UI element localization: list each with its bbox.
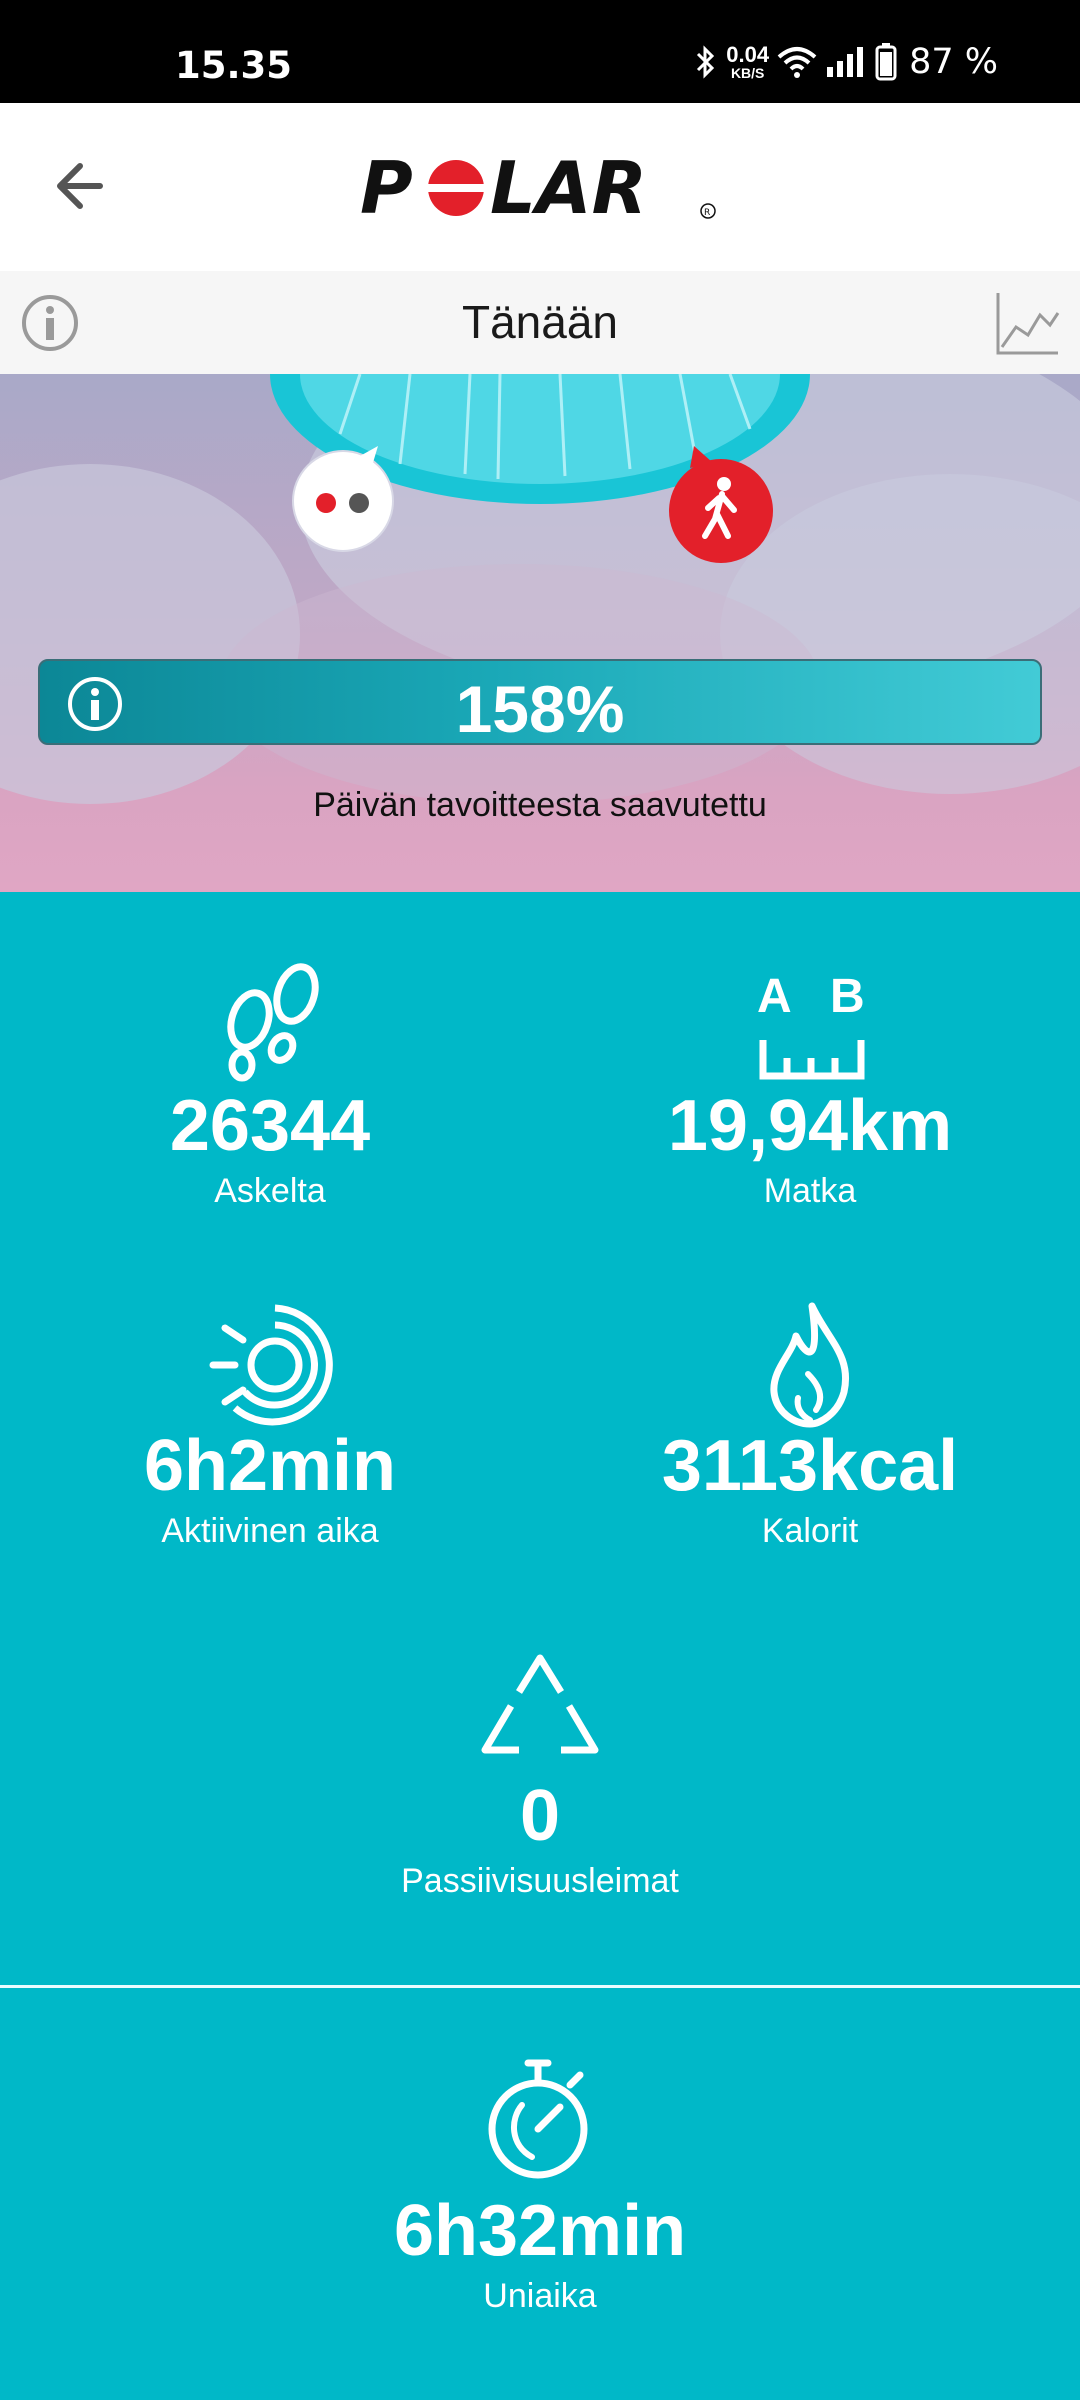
active-time-stat: 6h2min Aktiivinen aika <box>90 1300 450 1551</box>
battery-icon <box>875 43 897 81</box>
status-icons: 0.04 KB/S 87 % <box>694 42 998 82</box>
calories-value: 3113kcal <box>661 1426 959 1506</box>
signal-icon <box>827 47 864 77</box>
page-title: Tänään <box>461 296 618 348</box>
svg-text:R: R <box>704 208 710 218</box>
flame-icon <box>770 1302 849 1428</box>
distance-label: Matka <box>763 1172 857 1210</box>
steps-label: Askelta <box>214 1172 326 1210</box>
footsteps-icon <box>227 963 319 1082</box>
status-bar: 15.35 0.04 KB/S 87 % <box>0 0 1080 103</box>
day-header: Tänään <box>0 271 1080 375</box>
back-arrow-icon[interactable] <box>50 151 120 221</box>
inactivity-value: 0 <box>519 1776 561 1856</box>
trend-chart-icon[interactable] <box>992 289 1062 359</box>
distance-value: 19,94km <box>667 1086 953 1166</box>
inactivity-stat: 0 Passiivisuusleimat <box>360 1650 720 1901</box>
steps-stat: 26344 Askelta <box>90 960 450 1211</box>
svg-text:P: P <box>360 151 413 225</box>
calories-stat: 3113kcal Kalorit <box>630 1300 990 1551</box>
goal-label: Päivän tavoitteesta saavutettu <box>313 786 767 824</box>
distance-ruler-icon: A B <box>757 970 865 1080</box>
svg-text:B: B <box>830 970 865 1023</box>
network-speed: 0.04 KB/S <box>726 42 770 81</box>
polar-logo: P LAR R <box>360 151 716 225</box>
activity-hero: 158% Päivän tavoitteesta saavutettu <box>0 374 1080 892</box>
sleep-stat: 6h32min Uniaika <box>360 2055 720 2316</box>
active-time-icon <box>209 1304 333 1426</box>
status-time: 15.35 <box>175 44 293 87</box>
goal-progress-bar[interactable]: 158% <box>38 659 1042 746</box>
wifi-icon <box>777 47 817 78</box>
sleep-label: Uniaika <box>483 2277 597 2315</box>
app-header: P LAR R <box>0 103 1080 271</box>
svg-text:A: A <box>757 970 792 1023</box>
svg-text:LAR: LAR <box>490 151 647 225</box>
inactivity-stamp-icon <box>481 1654 599 1754</box>
stopwatch-icon <box>488 2059 588 2179</box>
bluetooth-icon <box>697 45 715 79</box>
active-time-value: 6h2min <box>143 1426 397 1506</box>
sleep-value: 6h32min <box>393 2191 687 2271</box>
active-time-label: Aktiivinen aika <box>161 1512 379 1550</box>
calories-label: Kalorit <box>761 1512 859 1550</box>
battery-percent: 87 % <box>909 42 998 82</box>
inactivity-label: Passiivisuusleimat <box>401 1862 679 1900</box>
section-divider <box>0 1985 1080 1988</box>
steps-value: 26344 <box>169 1086 371 1166</box>
goal-percent: 158% <box>455 672 625 746</box>
distance-stat: A B 19,94km Matka <box>630 960 990 1211</box>
